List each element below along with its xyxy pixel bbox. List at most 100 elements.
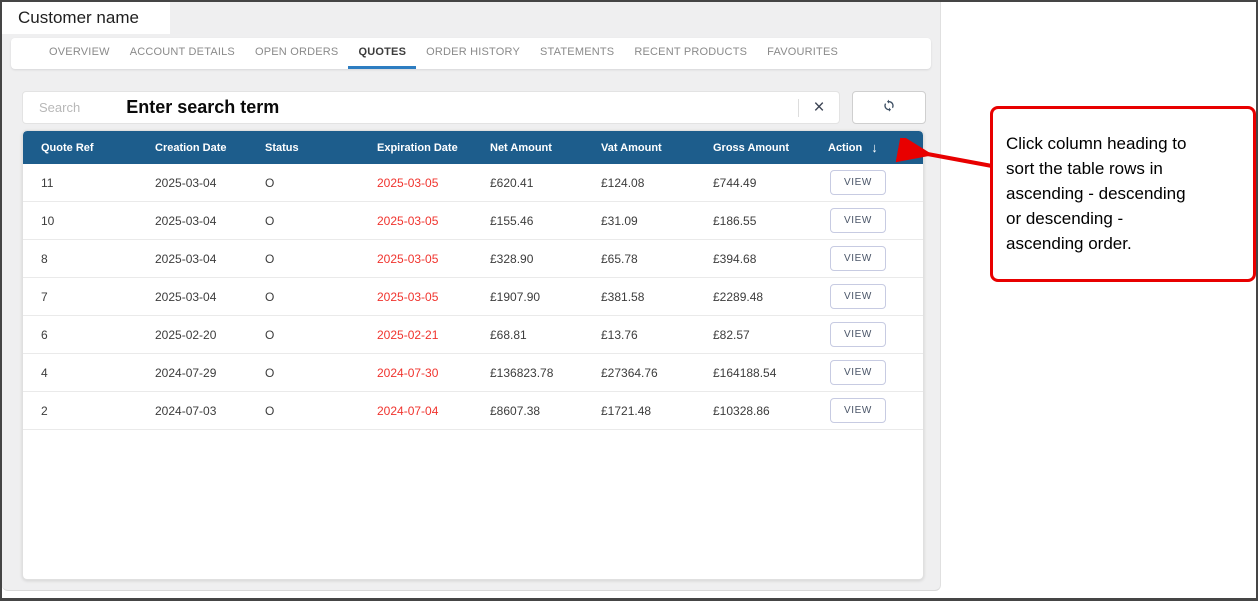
refresh-icon: [881, 97, 897, 118]
close-icon[interactable]: ×: [799, 92, 839, 123]
page-title: Customer name: [18, 8, 139, 28]
quotes-table-header: Quote Ref Creation Date Status Expiratio…: [23, 131, 923, 164]
cell-action: VIEW: [810, 360, 923, 385]
view-button[interactable]: VIEW: [830, 398, 886, 423]
table-row: 11 2025-03-04 O 2025-03-05 £620.41 £124.…: [23, 164, 923, 202]
cell-net-amount: £1907.90: [472, 290, 583, 304]
view-button[interactable]: VIEW: [830, 208, 886, 233]
callout-arrow: [886, 138, 994, 172]
account-panel: Customer name OVERVIEW ACCOUNT DETAILS O…: [2, 2, 941, 591]
cell-status: O: [247, 404, 359, 418]
customer-title-tab: Customer name: [2, 2, 170, 34]
cell-quote-ref: 4: [23, 366, 137, 380]
search-placeholder: Search: [39, 100, 80, 115]
view-button[interactable]: VIEW: [830, 284, 886, 309]
cell-creation-date: 2025-02-20: [137, 328, 247, 342]
cell-expiration-date: 2024-07-30: [359, 366, 472, 380]
cell-expiration-date: 2025-03-05: [359, 290, 472, 304]
cell-gross-amount: £394.68: [695, 252, 810, 266]
cell-vat-amount: £1721.48: [583, 404, 695, 418]
cell-creation-date: 2025-03-04: [137, 176, 247, 190]
view-button[interactable]: VIEW: [830, 322, 886, 347]
cell-quote-ref: 7: [23, 290, 137, 304]
cell-net-amount: £136823.78: [472, 366, 583, 380]
cell-quote-ref: 11: [23, 176, 137, 190]
cell-action: VIEW: [810, 284, 923, 309]
tab-statements[interactable]: STATEMENTS: [530, 38, 624, 69]
tab-open-orders[interactable]: OPEN ORDERS: [245, 38, 349, 69]
cell-quote-ref: 10: [23, 214, 137, 228]
cell-creation-date: 2024-07-03: [137, 404, 247, 418]
table-row: 4 2024-07-29 O 2024-07-30 £136823.78 £27…: [23, 354, 923, 392]
cell-action: VIEW: [810, 322, 923, 347]
tab-quotes[interactable]: QUOTES: [348, 38, 416, 69]
cell-net-amount: £155.46: [472, 214, 583, 228]
cell-vat-amount: £31.09: [583, 214, 695, 228]
cell-gross-amount: £82.57: [695, 328, 810, 342]
cell-net-amount: £68.81: [472, 328, 583, 342]
view-button[interactable]: VIEW: [830, 360, 886, 385]
cell-status: O: [247, 290, 359, 304]
search-input[interactable]: Search Enter search term ×: [22, 91, 840, 124]
cell-action: VIEW: [810, 170, 923, 195]
cell-expiration-date: 2025-03-05: [359, 252, 472, 266]
column-header-vat-amount[interactable]: Vat Amount: [583, 142, 695, 154]
account-tab-bar: OVERVIEW ACCOUNT DETAILS OPEN ORDERS QUO…: [11, 38, 931, 69]
table-row: 2 2024-07-03 O 2024-07-04 £8607.38 £1721…: [23, 392, 923, 430]
tab-account-details[interactable]: ACCOUNT DETAILS: [120, 38, 245, 69]
cell-creation-date: 2025-03-04: [137, 252, 247, 266]
column-header-expiration-date[interactable]: Expiration Date: [359, 142, 472, 154]
cell-expiration-date: 2024-07-04: [359, 404, 472, 418]
cell-gross-amount: £2289.48: [695, 290, 810, 304]
quotes-table-body: 11 2025-03-04 O 2025-03-05 £620.41 £124.…: [23, 164, 923, 430]
refresh-button[interactable]: [852, 91, 926, 124]
cell-creation-date: 2025-03-04: [137, 214, 247, 228]
tab-overview[interactable]: OVERVIEW: [39, 38, 120, 69]
cell-expiration-date: 2025-02-21: [359, 328, 472, 342]
cell-action: VIEW: [810, 208, 923, 233]
column-header-creation-date[interactable]: Creation Date: [137, 142, 247, 154]
cell-gross-amount: £744.49: [695, 176, 810, 190]
cell-quote-ref: 6: [23, 328, 137, 342]
cell-vat-amount: £27364.76: [583, 366, 695, 380]
tab-recent-products[interactable]: RECENT PRODUCTS: [624, 38, 757, 69]
cell-quote-ref: 8: [23, 252, 137, 266]
screenshot-root: { "page": { "title": "Customer name" }, …: [0, 0, 1258, 601]
cell-net-amount: £620.41: [472, 176, 583, 190]
cell-quote-ref: 2: [23, 404, 137, 418]
cell-vat-amount: £381.58: [583, 290, 695, 304]
tab-favourites[interactable]: FAVOURITES: [757, 38, 848, 69]
cell-expiration-date: 2025-03-05: [359, 176, 472, 190]
cell-gross-amount: £186.55: [695, 214, 810, 228]
cell-vat-amount: £65.78: [583, 252, 695, 266]
cell-status: O: [247, 252, 359, 266]
cell-action: VIEW: [810, 246, 923, 271]
view-button[interactable]: VIEW: [830, 170, 886, 195]
column-header-net-amount[interactable]: Net Amount: [472, 142, 583, 154]
cell-vat-amount: £124.08: [583, 176, 695, 190]
column-header-status[interactable]: Status: [247, 142, 359, 154]
quotes-table: Quote Ref Creation Date Status Expiratio…: [22, 130, 924, 580]
table-row: 8 2025-03-04 O 2025-03-05 £328.90 £65.78…: [23, 240, 923, 278]
column-header-gross-amount[interactable]: Gross Amount: [695, 142, 810, 154]
table-row: 6 2025-02-20 O 2025-02-21 £68.81 £13.76 …: [23, 316, 923, 354]
cell-creation-date: 2024-07-29: [137, 366, 247, 380]
column-header-quote-ref[interactable]: Quote Ref: [23, 142, 137, 154]
cell-status: O: [247, 176, 359, 190]
cell-gross-amount: £10328.86: [695, 404, 810, 418]
cell-status: O: [247, 366, 359, 380]
arrow-down-icon[interactable]: ↓: [871, 140, 878, 155]
cell-status: O: [247, 214, 359, 228]
table-row: 7 2025-03-04 O 2025-03-05 £1907.90 £381.…: [23, 278, 923, 316]
tab-order-history[interactable]: ORDER HISTORY: [416, 38, 530, 69]
view-button[interactable]: VIEW: [830, 246, 886, 271]
search-annotation-label: Enter search term: [126, 97, 279, 118]
cell-expiration-date: 2025-03-05: [359, 214, 472, 228]
cell-action: VIEW: [810, 398, 923, 423]
cell-status: O: [247, 328, 359, 342]
cell-net-amount: £328.90: [472, 252, 583, 266]
table-row: 10 2025-03-04 O 2025-03-05 £155.46 £31.0…: [23, 202, 923, 240]
cell-gross-amount: £164188.54: [695, 366, 810, 380]
cell-creation-date: 2025-03-04: [137, 290, 247, 304]
cell-net-amount: £8607.38: [472, 404, 583, 418]
